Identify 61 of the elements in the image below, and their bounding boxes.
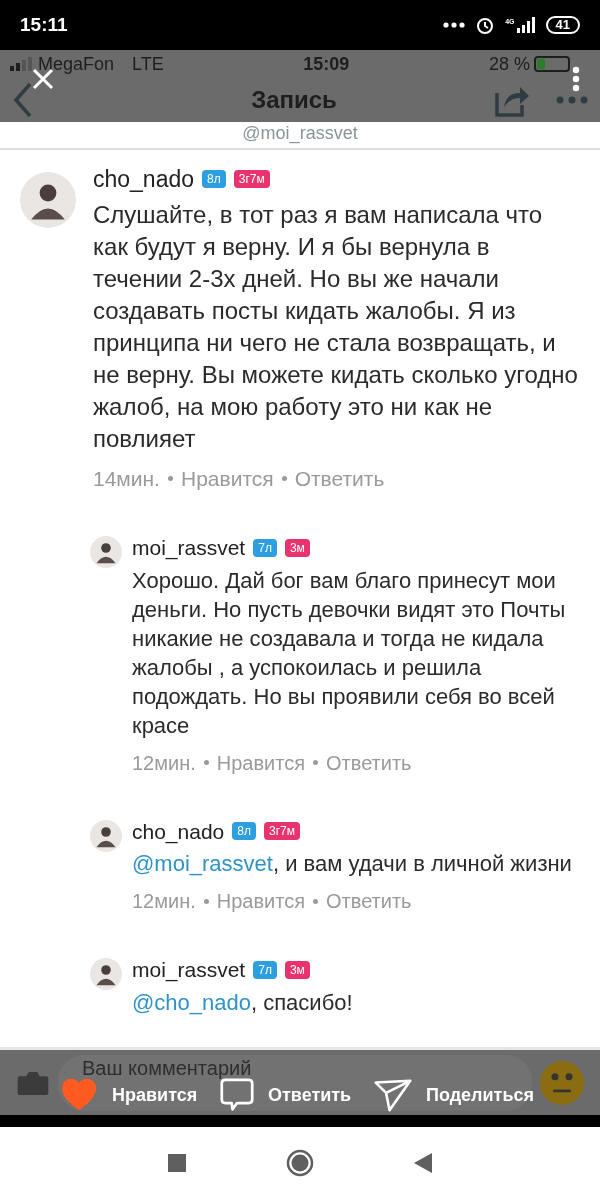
signal-icon [515, 17, 536, 33]
home-icon[interactable] [286, 1149, 314, 1177]
badge: 8л [232, 822, 256, 841]
comment-time: 12мин. [132, 750, 196, 776]
bullet-icon [203, 760, 209, 765]
bullet-icon [313, 898, 319, 904]
comment-time: 14мин. [93, 465, 160, 492]
emoji-icon[interactable] [540, 1060, 584, 1105]
bullet-icon [203, 898, 209, 904]
page-subtitle: @moi_rassvet [242, 122, 358, 144]
avatar [90, 536, 122, 568]
badge: 3г7м [263, 822, 300, 841]
badge: 8л [202, 170, 226, 189]
bullet-icon [167, 475, 173, 481]
paper-plane-icon [373, 1078, 412, 1112]
comment-action[interactable]: Нравится [216, 747, 306, 778]
mention-link[interactable]: @cho_nado [132, 989, 251, 1015]
comment-action[interactable]: Нравится [216, 886, 306, 916]
bullet-icon [313, 760, 319, 765]
comment-action[interactable]: Ответить [326, 747, 412, 778]
badge: 7л [253, 538, 277, 557]
comment-text: @cho_nado, спасибо! [132, 988, 353, 1017]
badge: 7л [253, 960, 277, 979]
comment-text: Слушайте, в тот раз я вам написала что как будут я верну. И я бы вернула в течении 2-3х дней. Но вы же начали создавать посты кидать жалобы. Я из принципа ни чего не стала возвращать, и не верну. Вы можете кидать сколько угодно жалоб, на мою работу это ни как не повлияет [93, 199, 579, 454]
carrier-name: MegaFon [38, 52, 115, 76]
status-time: 15:11 [20, 12, 68, 37]
signal-icon [10, 57, 32, 71]
comment-text: Хорошо. Дай бог вам благо принесут мои деньги. Но пусть девочки видят это Почты никакие не создавала и тогда не кидала жалобы , а успокоилась и решила подождать. Но вы проявили себя во всей красе [132, 566, 567, 740]
username[interactable]: moi_rassvet [132, 532, 246, 564]
bullet-icon [281, 475, 287, 481]
heart-icon [60, 1078, 98, 1112]
more-icon [443, 22, 466, 28]
avatar [20, 172, 76, 228]
battery-icon [534, 56, 570, 72]
mention-link[interactable]: @moi_rassvet [132, 851, 273, 876]
comment-action[interactable]: Ответить [326, 886, 412, 916]
vertical-dots-icon[interactable] [572, 66, 580, 92]
more-icon[interactable] [556, 96, 588, 104]
speech-bubble-icon [220, 1078, 254, 1112]
reply-button[interactable]: Ответить [220, 1078, 352, 1112]
alarm-icon [475, 15, 496, 35]
back-icon[interactable] [414, 1153, 432, 1173]
comment-time: 12мин. [132, 889, 196, 914]
like-button[interactable]: Нравится [60, 1078, 198, 1112]
battery-indicator: 41 [545, 16, 580, 34]
network-type: LTE [132, 52, 164, 76]
inner-time: 15:09 [303, 52, 350, 76]
username[interactable]: cho_nado [93, 162, 195, 197]
comment-action[interactable]: Нравится [180, 462, 274, 494]
page-title: Запись [251, 85, 337, 115]
avatar [90, 958, 122, 990]
username[interactable]: cho_nado [132, 815, 225, 847]
badge: 3м [284, 960, 310, 979]
badge: 3м [284, 538, 310, 557]
comment-text: @moi_rassvet, и вам удачи в личной жизни [132, 850, 572, 878]
username[interactable]: moi_rassvet [132, 954, 246, 986]
share-button[interactable]: Поделиться [373, 1078, 534, 1112]
comment-action[interactable]: Ответить [294, 462, 385, 494]
avatar [90, 819, 122, 852]
badge: 3г7м [233, 170, 270, 189]
battery-percent: 28 % [488, 52, 530, 76]
